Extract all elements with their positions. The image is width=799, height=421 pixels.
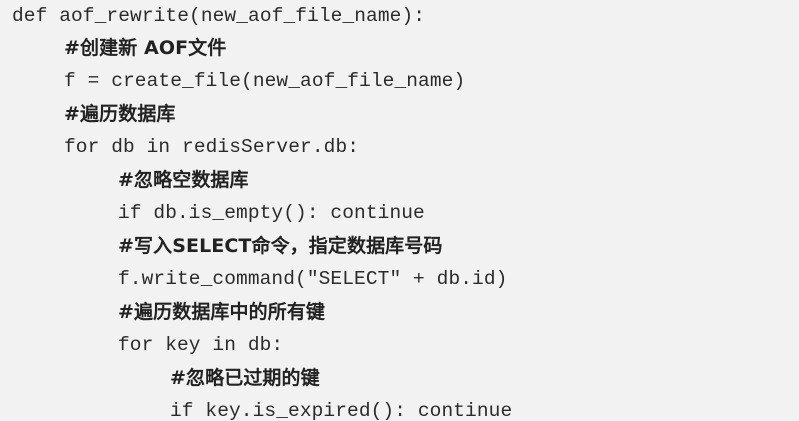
code-line-if-expired: if key.is_expired(): continue	[170, 400, 513, 421]
comment-skip-expired: #忽略已过期的键	[170, 367, 320, 389]
code-listing: def aof_rewrite(new_aof_file_name): #创建新…	[0, 0, 799, 421]
code-line-if-empty: if db.is_empty(): continue	[118, 202, 425, 224]
comment-skip-empty-db: #忽略空数据库	[118, 169, 249, 191]
comment-create-file: #创建新 AOF文件	[64, 37, 227, 59]
comment-iterate-db: #遍历数据库	[64, 103, 176, 125]
code-line-for-db: for db in redisServer.db:	[64, 136, 360, 158]
code-line-for-key: for key in db:	[118, 334, 284, 356]
code-line-def: def aof_rewrite(new_aof_file_name):	[12, 5, 426, 27]
comment-iterate-keys: #遍历数据库中的所有键	[118, 301, 326, 323]
code-line-write-command: f.write_command("SELECT" + db.id)	[118, 268, 508, 290]
code-line-create-file: f = create_file(new_aof_file_name)	[64, 70, 466, 92]
comment-write-select: #写入SELECT命令，指定数据库号码	[118, 235, 443, 257]
